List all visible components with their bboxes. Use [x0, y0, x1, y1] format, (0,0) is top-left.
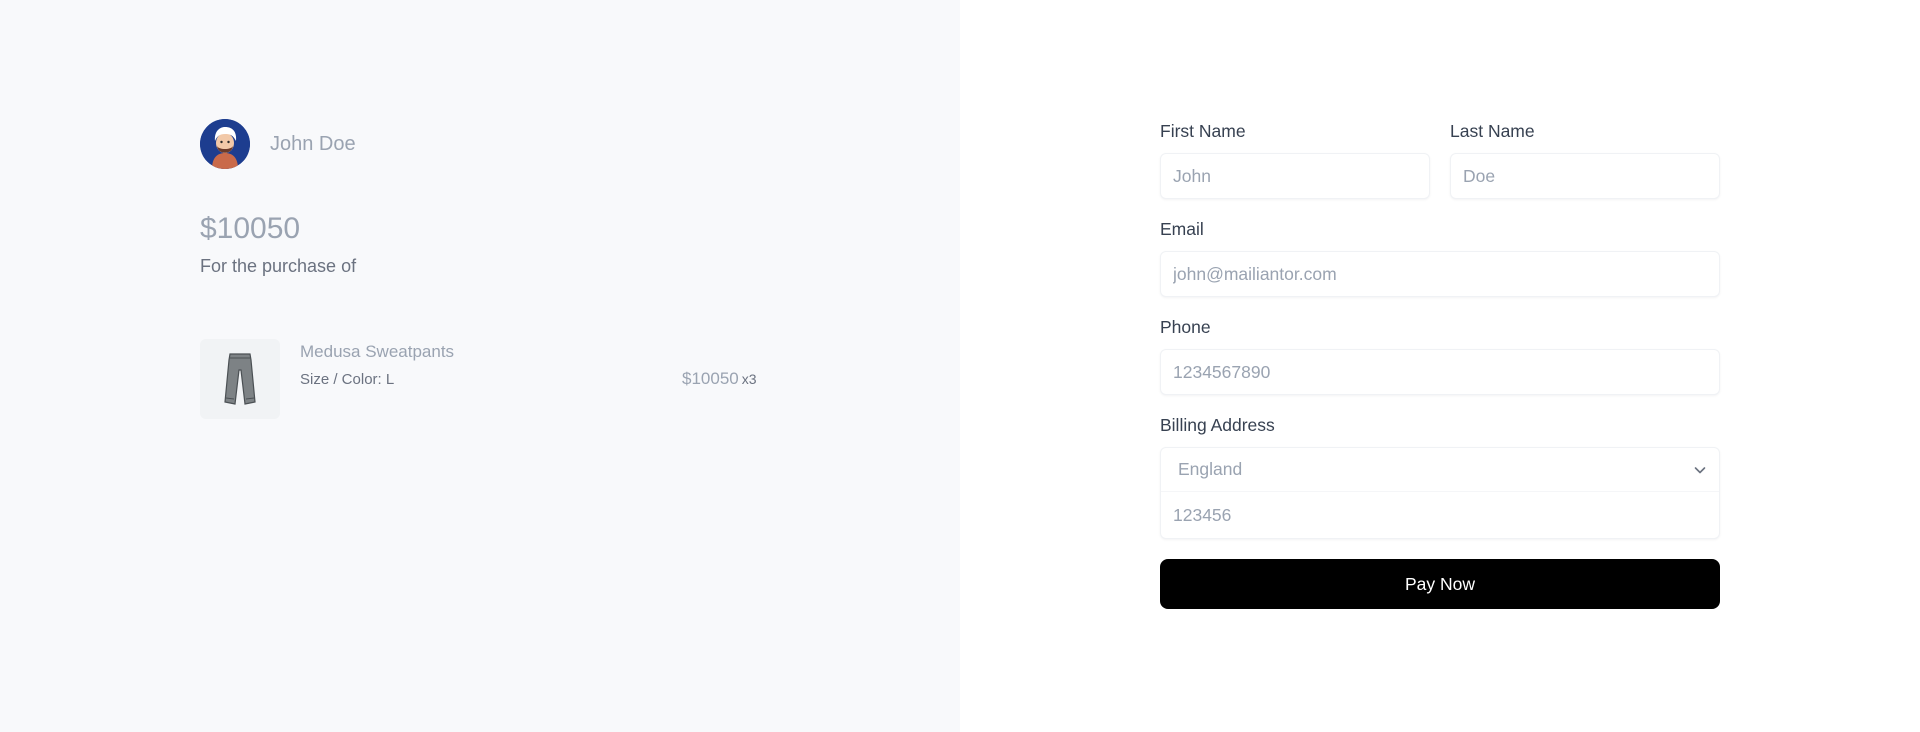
- item-price: $10050: [682, 369, 739, 388]
- first-name-group: First Name: [1160, 119, 1430, 199]
- country-select-value: England: [1178, 459, 1243, 479]
- item-thumbnail: [200, 339, 280, 419]
- chevron-down-icon: [1694, 466, 1706, 473]
- purchase-label: For the purchase of: [200, 256, 357, 276]
- order-total: $10050: [200, 212, 301, 245]
- phone-label: Phone: [1160, 317, 1211, 337]
- email-group: Email: [1160, 217, 1720, 297]
- pay-now-button[interactable]: Pay Now: [1160, 559, 1720, 609]
- last-name-group: Last Name: [1450, 119, 1720, 199]
- postal-code-input[interactable]: [1161, 492, 1719, 538]
- item-variant: Size / Color: L: [300, 371, 395, 388]
- item-name: Medusa Sweatpants: [300, 342, 455, 361]
- merchant-header: John Doe: [200, 119, 356, 169]
- item-price-block: $10050 x3: [682, 369, 757, 389]
- order-summary-panel: John Doe $10050 For the purchase of Medu…: [0, 0, 960, 732]
- avatar-icon: [200, 119, 250, 169]
- first-name-input[interactable]: [1160, 153, 1430, 199]
- email-input[interactable]: [1160, 251, 1720, 297]
- billing-address-label: Billing Address: [1160, 415, 1275, 435]
- first-name-label: First Name: [1160, 121, 1246, 141]
- merchant-name: John Doe: [270, 132, 356, 155]
- billing-address-group: Billing Address England: [1160, 413, 1720, 539]
- avatar: [200, 119, 250, 169]
- item-quantity: x3: [741, 371, 757, 387]
- country-select[interactable]: England: [1161, 448, 1719, 492]
- billing-address-box: England: [1160, 447, 1720, 539]
- last-name-label: Last Name: [1450, 121, 1535, 141]
- payment-form-panel: First Name Last Name Email Phone Billing…: [960, 0, 1920, 732]
- order-item: Medusa Sweatpants Size / Color: L $10050…: [200, 339, 762, 419]
- name-row: First Name Last Name: [1160, 119, 1720, 199]
- last-name-input[interactable]: [1450, 153, 1720, 199]
- sweatpants-icon: [224, 353, 256, 405]
- email-label: Email: [1160, 219, 1204, 239]
- phone-input[interactable]: [1160, 349, 1720, 395]
- checkout-page: John Doe $10050 For the purchase of Medu…: [0, 0, 1920, 732]
- payment-form: First Name Last Name Email Phone Billing…: [1160, 119, 1720, 609]
- phone-group: Phone: [1160, 315, 1720, 395]
